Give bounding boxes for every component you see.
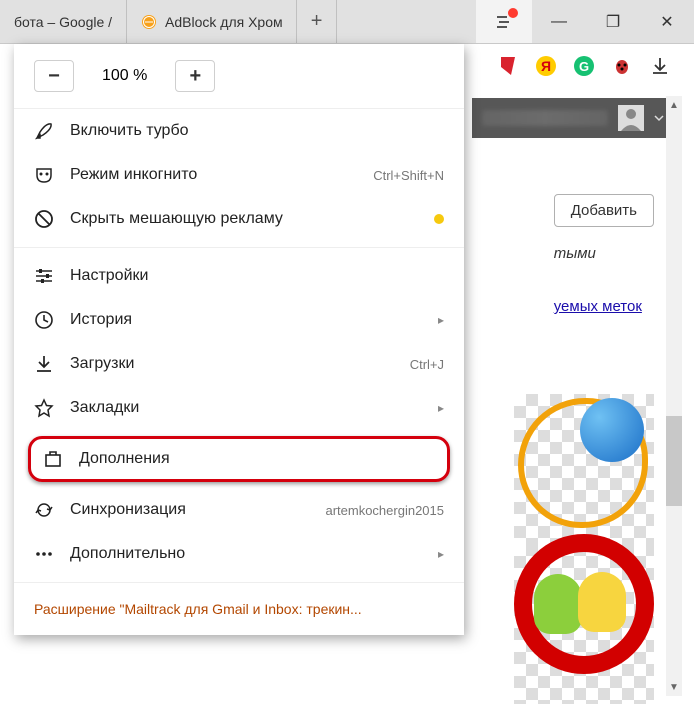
download-icon bbox=[34, 354, 54, 374]
browser-dropdown-menu: − 100 % + Включить турбо Режим инкогнито… bbox=[14, 44, 464, 635]
page-content-fragment: Добавить тыми уемых меток bbox=[554, 194, 654, 315]
separator bbox=[14, 247, 464, 248]
menu-hide-ads[interactable]: Скрыть мешающую рекламу bbox=[14, 197, 464, 241]
menu-settings[interactable]: Настройки bbox=[14, 254, 464, 298]
username-blurred bbox=[482, 110, 608, 126]
menu-label: Закладки bbox=[70, 399, 422, 417]
close-button[interactable]: ✕ bbox=[640, 0, 694, 43]
menu-addons[interactable]: Дополнения bbox=[28, 436, 450, 482]
link-fragment[interactable]: уемых меток bbox=[554, 298, 654, 315]
new-tab-button[interactable]: + bbox=[297, 0, 337, 43]
menu-label: Настройки bbox=[70, 267, 444, 285]
adblock-favicon-icon bbox=[141, 14, 157, 30]
zoom-in-button[interactable]: + bbox=[175, 60, 215, 92]
box-icon bbox=[43, 449, 63, 469]
more-icon bbox=[34, 544, 54, 564]
minimize-icon: — bbox=[551, 13, 567, 31]
menu-label: История bbox=[70, 311, 422, 329]
separator bbox=[14, 582, 464, 583]
minus-icon: − bbox=[48, 65, 60, 88]
extension-toolbar: Я G bbox=[496, 54, 672, 78]
tab-google[interactable]: бота – Google / bbox=[0, 0, 127, 43]
transparent-image-2 bbox=[514, 544, 654, 704]
menu-label: Синхронизация bbox=[70, 501, 309, 519]
menu-label: Режим инкогнито bbox=[70, 166, 357, 184]
mask-icon bbox=[34, 165, 54, 185]
scroll-down-button[interactable]: ▼ bbox=[666, 678, 682, 696]
zoom-value: 100 % bbox=[82, 67, 167, 85]
maximize-icon: ❐ bbox=[606, 12, 620, 32]
titlebar: бота – Google / AdBlock для Хром + — ❐ ✕ bbox=[0, 0, 694, 44]
transparent-image-1 bbox=[514, 394, 654, 544]
menu-label: Дополнения bbox=[79, 450, 435, 468]
content-area: Я G Добавить тыми уемых меток ▲ ▼ − bbox=[0, 44, 694, 704]
user-avatar-icon bbox=[618, 105, 644, 131]
sync-account-label: artemkochergin2015 bbox=[325, 503, 444, 518]
vertical-scrollbar[interactable]: ▲ ▼ bbox=[666, 96, 682, 696]
tab-label: бота – Google / bbox=[14, 14, 112, 30]
close-icon: ✕ bbox=[660, 12, 673, 32]
chevron-right-icon: ▸ bbox=[438, 547, 444, 561]
rocket-icon bbox=[34, 121, 54, 141]
status-dot-icon bbox=[434, 214, 444, 224]
svg-text:Я: Я bbox=[541, 58, 551, 74]
minimize-button[interactable]: — bbox=[532, 0, 586, 43]
menu-notification[interactable]: Расширение "Mailtrack для Gmail и Inbox:… bbox=[14, 589, 464, 623]
menu-label: Загрузки bbox=[70, 355, 394, 373]
notification-dot-icon bbox=[508, 8, 518, 18]
extension-icon-bug[interactable] bbox=[610, 54, 634, 78]
add-button[interactable]: Добавить bbox=[554, 194, 654, 227]
chevron-right-icon: ▸ bbox=[438, 401, 444, 415]
menu-incognito[interactable]: Режим инкогнито Ctrl+Shift+N bbox=[14, 153, 464, 197]
keyboard-shortcut: Ctrl+J bbox=[410, 357, 444, 372]
download-button[interactable] bbox=[648, 54, 672, 78]
zoom-controls: − 100 % + bbox=[14, 44, 464, 109]
svg-text:G: G bbox=[579, 59, 589, 74]
menu-downloads[interactable]: Загрузки Ctrl+J bbox=[14, 342, 464, 386]
keyboard-shortcut: Ctrl+Shift+N bbox=[373, 168, 444, 183]
tab-adblock[interactable]: AdBlock для Хром bbox=[127, 0, 297, 43]
menu-label: Дополнительно bbox=[70, 545, 422, 563]
scroll-up-button[interactable]: ▲ bbox=[666, 96, 682, 114]
scroll-thumb[interactable] bbox=[666, 416, 682, 506]
user-account-bar[interactable] bbox=[472, 98, 672, 138]
plus-icon: + bbox=[311, 10, 323, 33]
chevron-down-icon bbox=[654, 113, 664, 123]
sync-icon bbox=[34, 500, 54, 520]
menu-history[interactable]: История ▸ bbox=[14, 298, 464, 342]
extension-icon-grammarly[interactable]: G bbox=[572, 54, 596, 78]
star-icon bbox=[34, 398, 54, 418]
text-fragment: тыми bbox=[554, 245, 654, 262]
extension-icon-yandex[interactable]: Я bbox=[534, 54, 558, 78]
menu-label: Скрыть мешающую рекламу bbox=[70, 210, 418, 228]
menu-sync[interactable]: Синхронизация artemkochergin2015 bbox=[14, 488, 464, 532]
menu-turbo[interactable]: Включить турбо bbox=[14, 109, 464, 153]
block-icon bbox=[34, 209, 54, 229]
zoom-out-button[interactable]: − bbox=[34, 60, 74, 92]
plus-icon: + bbox=[190, 65, 202, 88]
extension-icon-1[interactable] bbox=[496, 54, 520, 78]
menu-label: Включить турбо bbox=[70, 122, 444, 140]
menu-more[interactable]: Дополнительно ▸ bbox=[14, 532, 464, 576]
page-images bbox=[514, 394, 654, 704]
sliders-icon bbox=[34, 266, 54, 286]
tab-label: AdBlock для Хром bbox=[165, 14, 283, 30]
browser-menu-button[interactable] bbox=[476, 0, 532, 43]
menu-bookmarks[interactable]: Закладки ▸ bbox=[14, 386, 464, 430]
chevron-right-icon: ▸ bbox=[438, 313, 444, 327]
clock-icon bbox=[34, 310, 54, 330]
maximize-button[interactable]: ❐ bbox=[586, 0, 640, 43]
